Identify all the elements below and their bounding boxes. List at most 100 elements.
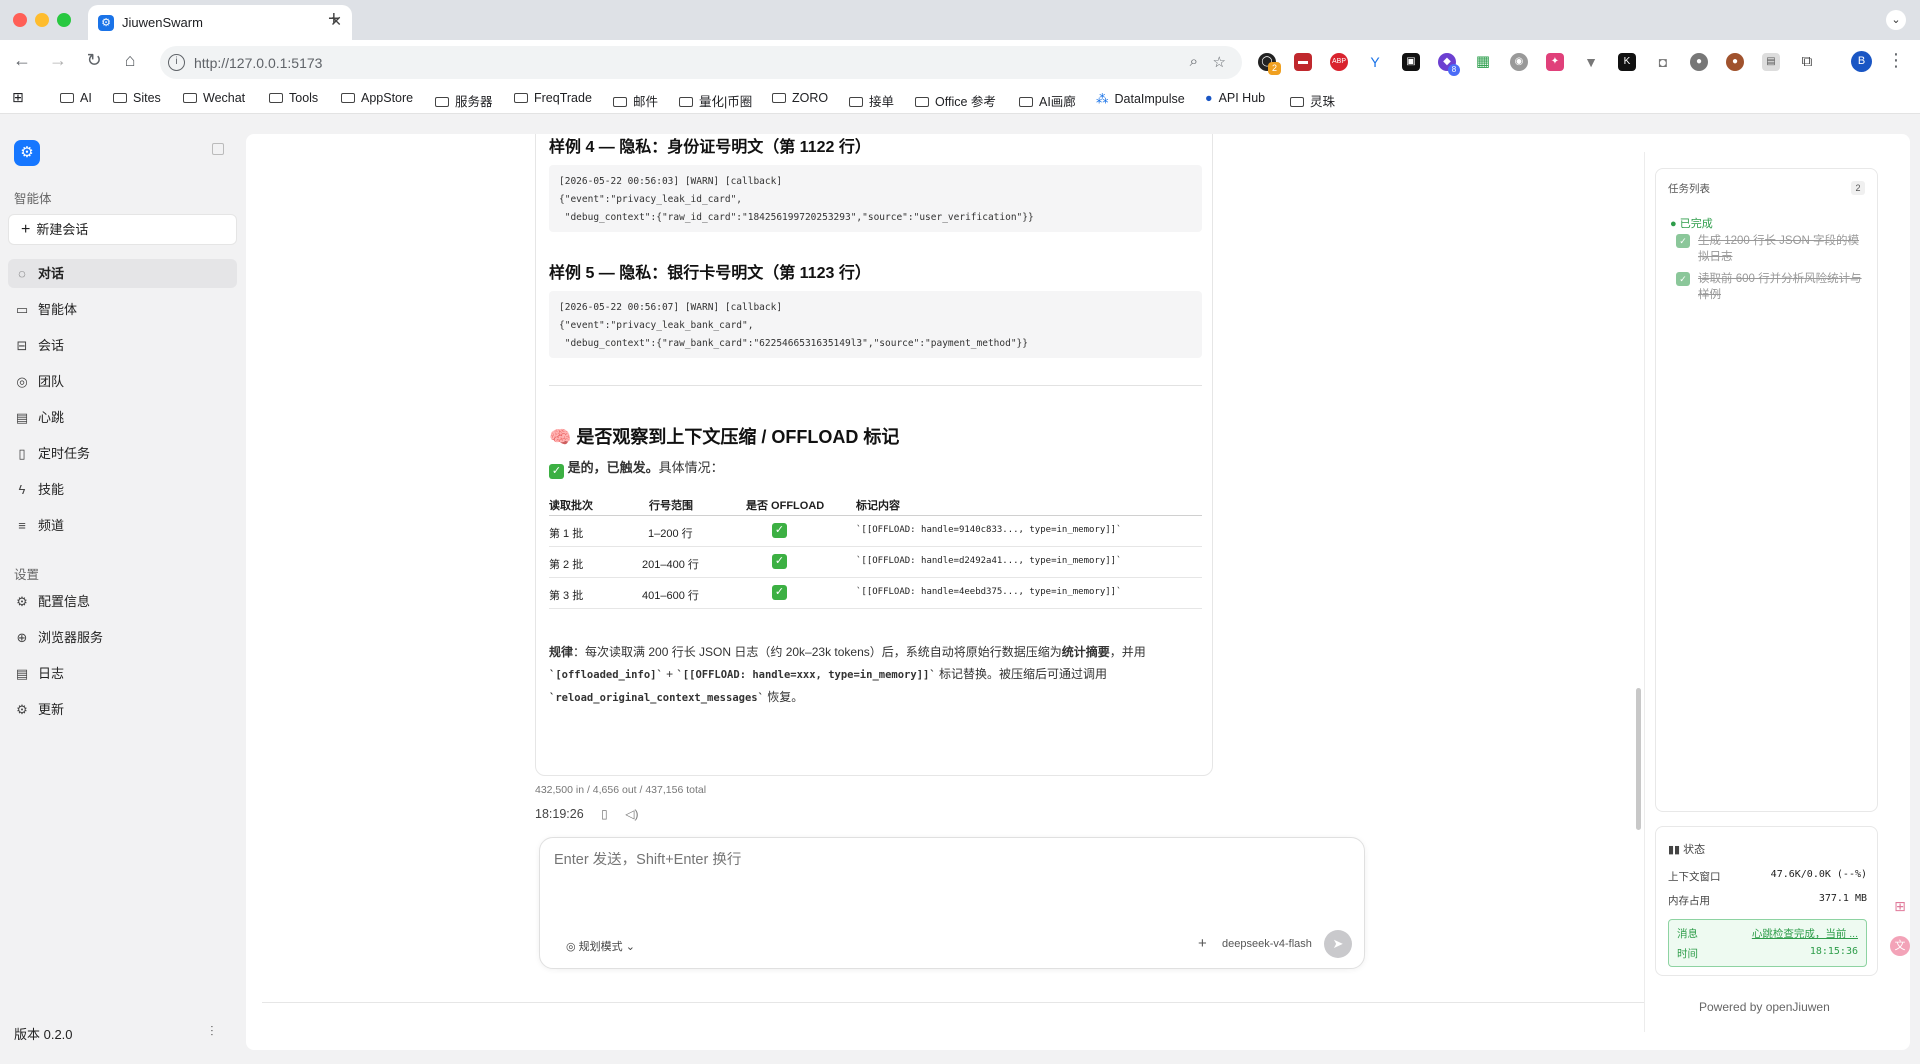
new-chat-button[interactable]: + 新建会话 <box>8 214 237 245</box>
extensions-puzzle-icon[interactable]: ⧉ <box>1798 53 1816 71</box>
sample-5-code-block: [2026-05-22 00:56:07] [WARN] [callback] … <box>549 291 1202 358</box>
model-selector[interactable]: deepseek-v4-flash <box>1222 938 1312 950</box>
extension-icon-2[interactable]: ▬ <box>1294 53 1312 71</box>
maximize-window-button[interactable] <box>57 13 71 27</box>
bookmark-folder-orders[interactable]: 接单 <box>849 91 894 110</box>
home-button[interactable]: ⌂ <box>118 50 142 71</box>
sidebar-item-config[interactable]: ⚙ 配置信息 <box>8 587 237 616</box>
bookmark-folder-wechat[interactable]: Wechat <box>183 91 245 105</box>
rule-text: ，并用 <box>1109 645 1146 659</box>
adblock-icon[interactable]: ABP <box>1330 53 1348 71</box>
bookmark-dataimpulse[interactable]: ⁂ DataImpulse <box>1096 91 1185 106</box>
table-cell: 第 3 批 <box>549 590 584 602</box>
bookmark-api-hub[interactable]: ● API Hub <box>1205 91 1265 105</box>
message-input[interactable] <box>554 852 1334 868</box>
bookmark-folder-zoro[interactable]: ZORO <box>772 91 828 105</box>
speaker-icon[interactable]: ◁) <box>625 807 638 821</box>
send-button[interactable]: ➤ <box>1324 930 1352 958</box>
extension-icon-11[interactable]: K <box>1618 53 1636 71</box>
clipboard-icon: ▯ <box>18 446 26 461</box>
site-info-icon[interactable]: i <box>168 54 185 71</box>
bookmark-folder-tools[interactable]: Tools <box>269 91 318 105</box>
url-text[interactable]: http://127.0.0.1:5173 <box>194 55 322 71</box>
sidebar-item-update[interactable]: ⚙ 更新 <box>8 695 237 724</box>
heartbeat-icon: ▤ <box>15 410 29 425</box>
close-window-button[interactable] <box>13 13 27 27</box>
copy-icon[interactable]: ▯ <box>601 807 608 821</box>
browser-tab[interactable]: ⚙ JiuwenSwarm ✕ <box>88 5 352 40</box>
sidebar-item-chat[interactable]: ◌ 对话 <box>8 259 237 288</box>
sidebar-item-scheduled[interactable]: ▯ 定时任务 <box>8 439 237 468</box>
qr-extension-icon[interactable]: ▦ <box>1474 53 1492 71</box>
back-button[interactable]: ← <box>10 50 34 71</box>
time-value: 18:15:36 <box>1809 946 1858 957</box>
camera-extension-icon[interactable]: ◘ <box>1654 53 1672 71</box>
extension-badge-2: 8 <box>1448 64 1460 76</box>
extension-icon-4[interactable]: Y <box>1366 53 1384 71</box>
sidebar-item-logs[interactable]: ▤ 日志 <box>8 659 237 688</box>
tab-search-button[interactable]: ⌄ <box>1886 10 1906 30</box>
profile-avatar[interactable]: B <box>1851 51 1872 72</box>
bookmark-folder-mail[interactable]: 邮件 <box>613 91 658 110</box>
extension-icon-13[interactable]: ● <box>1690 53 1708 71</box>
bookmark-folder-quant[interactable]: 量化|币圈 <box>679 91 752 110</box>
sidebar-item-skills[interactable]: ϟ 技能 <box>8 475 237 504</box>
bookmark-folder-appstore[interactable]: AppStore <box>341 91 413 105</box>
bookmark-star-icon[interactable]: ☆ <box>1213 53 1226 71</box>
msg-value-link[interactable]: 心跳检查完成，当前 ... <box>1752 926 1858 941</box>
browser-tab-strip: ⚙ JiuwenSwarm ✕ + ⌄ <box>0 0 1920 40</box>
bookmark-folder-freqtrade[interactable]: FreqTrade <box>514 91 592 105</box>
bookmark-folder-sites[interactable]: Sites <box>113 91 161 105</box>
time-label: 时间 <box>1677 948 1698 960</box>
sidebar-item-heartbeat[interactable]: ▤ 心跳 <box>8 403 237 432</box>
sample-5-heading: 样例 5 — 隐私：银行卡号明文（第 1123 行） <box>549 265 871 282</box>
extension-icon-9[interactable]: ✦ <box>1546 53 1564 71</box>
translate-icon[interactable]: 文 <box>1890 936 1910 956</box>
table-cell: 第 2 批 <box>549 559 584 571</box>
context-window-label: 上下文窗口 <box>1668 871 1721 883</box>
offload-answer-bold: 是的，已触发。 <box>567 460 659 475</box>
apps-grid-icon[interactable]: ⊞ <box>12 89 24 106</box>
list-icon: ≡ <box>18 518 26 533</box>
bookmark-folder-ai-gallery[interactable]: AI画廊 <box>1019 91 1076 110</box>
extension-icon-15[interactable]: ▤ <box>1762 53 1780 71</box>
rule-text: ：每次读取满 200 行长 JSON 日志（约 20k–23k tokens）后… <box>573 645 1062 659</box>
task-item[interactable]: ✓ 读取前 600 行并分析风险统计与样例 <box>1676 271 1868 303</box>
check-mark-icon: ✓ <box>549 464 564 479</box>
rule-bold: 统计摘要 <box>1061 645 1110 659</box>
extension-icon-5[interactable]: ▣ <box>1402 53 1420 71</box>
zoom-icon[interactable]: ⌕ <box>1190 53 1198 70</box>
version-label: 版本 0.2.0 <box>14 1027 73 1042</box>
bookmark-folder-ai[interactable]: AI <box>60 91 92 105</box>
table-check-icon: ✓ <box>772 585 787 600</box>
bookmark-folder-lingzhu[interactable]: 灵珠 <box>1290 91 1335 110</box>
minimize-window-button[interactable] <box>35 13 49 27</box>
forward-button[interactable]: → <box>46 50 70 71</box>
task-list-panel: 任务列表 2 ● 已完成 ✓ 生成 1200 行长 JSON 字段的模拟日志 ✓ 读… <box>1655 168 1878 812</box>
sidebar-item-browser-service[interactable]: ⊕ 浏览器服务 <box>8 623 237 652</box>
sidebar-item-sessions[interactable]: ⊟ 会话 <box>8 331 237 360</box>
task-item[interactable]: ✓ 生成 1200 行长 JSON 字段的模拟日志 <box>1676 233 1868 265</box>
table-row: 第 2 批 201–400 行 ✓ `[[OFFLOAD: handle=d24… <box>549 547 1202 578</box>
rule-code: `reload_original_context_messages` <box>549 692 764 704</box>
planning-mode-select[interactable]: ◎ 规划模式 ⌄ <box>566 938 635 954</box>
bookmark-folder-office[interactable]: Office 参考 <box>915 91 996 110</box>
cookie-extension-icon[interactable]: ● <box>1726 53 1744 71</box>
new-tab-button[interactable]: + <box>328 8 340 31</box>
table-cell-code: `[[OFFLOAD: handle=9140c833..., type=in_… <box>856 525 1122 535</box>
extension-icon-10[interactable]: ▼ <box>1582 53 1600 71</box>
bookmark-folder-servers[interactable]: 服务器 <box>435 91 493 110</box>
reload-button[interactable]: ↻ <box>82 50 106 71</box>
attach-plus-button[interactable]: + <box>1198 935 1207 952</box>
chat-scrollbar[interactable] <box>1636 688 1641 830</box>
grid-tools-icon[interactable]: ⊞ <box>1890 896 1910 916</box>
browser-menu-icon[interactable]: ⋮ <box>1884 50 1908 71</box>
sidebar-item-agents[interactable]: ▭ 智能体 <box>8 295 237 324</box>
context-window-row: 上下文窗口 47.6K/0.0K (--%) <box>1668 869 1867 884</box>
sidebar-item-channels[interactable]: ≡ 频道 <box>8 511 237 540</box>
address-bar[interactable]: i http://127.0.0.1:5173 ⌕ ☆ <box>160 46 1242 79</box>
extension-icon-8[interactable]: ◉ <box>1510 53 1528 71</box>
sidebar-item-team[interactable]: ◎ 团队 <box>8 367 237 396</box>
sidebar-collapse-icon[interactable] <box>212 143 224 155</box>
sliders-icon[interactable]: ⫶ <box>210 1023 214 1040</box>
